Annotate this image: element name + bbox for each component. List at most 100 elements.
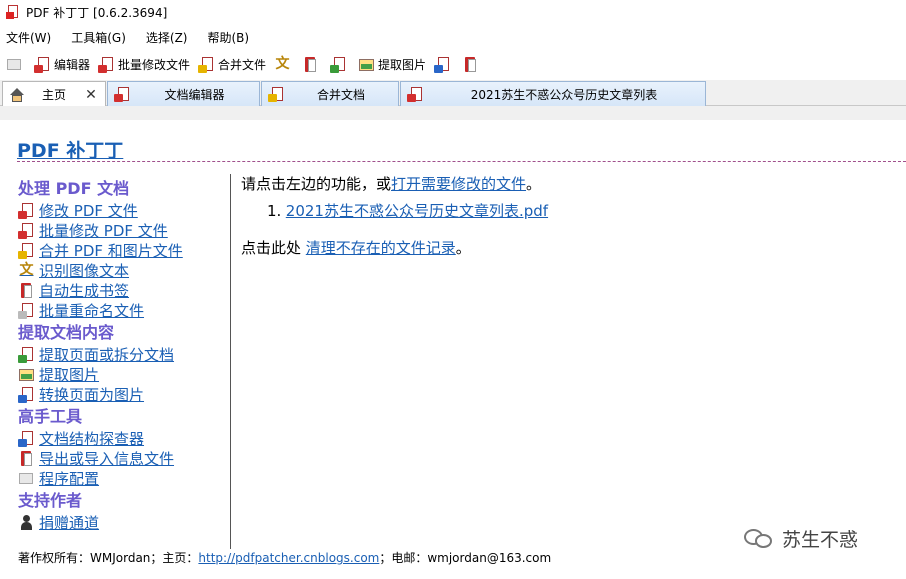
wechat-icon (744, 524, 774, 552)
homepage-link[interactable]: http://pdfpatcher.cnblogs.com (198, 551, 379, 565)
section-heading-extract: 提取文档内容 (18, 323, 115, 342)
menu-bar: 文件(W) 工具箱(G) 选择(Z) 帮助(B) (0, 26, 906, 48)
menu-toolbox[interactable]: 工具箱(G) (71, 29, 126, 46)
cleanup-prompt: 点击此处 清理不存在的文件记录。 (241, 238, 881, 258)
settings-icon (18, 470, 35, 487)
prompt-suffix: 。 (526, 175, 542, 193)
link-extract-pages[interactable]: 提取页面或拆分文档 (18, 344, 230, 364)
pdf-batch-icon (98, 56, 115, 73)
link-settings-label: 程序配置 (39, 469, 100, 488)
person-icon (18, 514, 35, 531)
extract-images-button[interactable]: 提取图片 (358, 53, 426, 75)
tab-document-editor[interactable]: 文档编辑器 (107, 81, 260, 106)
main-panel: 请点击左边的功能，或打开需要修改的文件。 1. 2021苏生不惑公众号历史文章列… (241, 174, 881, 258)
tab-home[interactable]: 主页 ✕ (2, 81, 106, 107)
link-structure-explorer-label: 文档结构探查器 (39, 429, 145, 448)
page-title[interactable]: PDF 补丁丁 (17, 136, 123, 163)
info-file-icon (462, 56, 479, 73)
ocr-button[interactable]: 文 (274, 53, 294, 75)
app-logo-icon (6, 5, 20, 19)
bookmark-icon (18, 282, 35, 299)
link-batch-modify[interactable]: 批量修改 PDF 文件 (18, 220, 230, 240)
home-icon (9, 87, 25, 103)
bookmark-icon (302, 56, 319, 73)
open-file-link[interactable]: 打开需要修改的文件 (391, 175, 526, 193)
ocr-text-icon: 文 (19, 261, 34, 278)
link-page-to-image-label: 转换页面为图片 (39, 385, 145, 404)
cleanup-text: 点击此处 (241, 239, 306, 257)
extract-images-label: 提取图片 (378, 57, 427, 72)
page-to-image-button[interactable] (434, 53, 454, 75)
extract-pages-button[interactable] (330, 53, 350, 75)
section-heading-expert-tools: 高手工具 (18, 407, 83, 426)
merge-icon (198, 56, 215, 73)
close-icon[interactable]: ✕ (83, 87, 99, 103)
menu-select[interactable]: 选择(Z) (146, 29, 188, 46)
pdf-edit-icon (114, 86, 130, 102)
bookmark-button[interactable] (302, 53, 322, 75)
ocr-text-icon: 文 (275, 55, 290, 72)
link-modify-pdf[interactable]: 修改 PDF 文件 (18, 200, 230, 220)
info-file-icon (18, 450, 35, 467)
link-extract-images-label: 提取图片 (39, 365, 100, 384)
function-nav: 处理 PDF 文档 修改 PDF 文件 批量修改 PDF 文件 合并 PDF 和… (18, 176, 230, 532)
list-item-number: 1. (267, 202, 282, 220)
link-extract-pages-label: 提取页面或拆分文档 (39, 345, 175, 364)
tab-merge-documents[interactable]: 合并文档 (261, 81, 399, 106)
tab-merge-documents-label: 合并文档 (316, 87, 365, 102)
pdf-batch-icon (18, 222, 35, 239)
link-structure-explorer[interactable]: 文档结构探查器 (18, 428, 230, 448)
tab-article-list[interactable]: 2021苏生不惑公众号历史文章列表 (400, 81, 706, 106)
menu-file[interactable]: 文件(W) (6, 29, 51, 46)
extract-pages-icon (18, 346, 35, 363)
tab-article-list-label: 2021苏生不惑公众号历史文章列表 (470, 87, 658, 102)
link-auto-bookmark[interactable]: 自动生成书签 (18, 280, 230, 300)
section-heading-process-pdf: 处理 PDF 文档 (18, 179, 130, 198)
watermark: 苏生不惑 (744, 524, 858, 552)
window-title: PDF 补丁丁 [0.6.2.3694] (26, 5, 168, 20)
menu-help[interactable]: 帮助(B) (208, 29, 250, 46)
batch-modify-button[interactable]: 批量修改文件 (98, 53, 190, 75)
link-page-to-image[interactable]: 转换页面为图片 (18, 384, 230, 404)
footer: 著作权所有：WMJordan；主页：http://pdfpatcher.cnbl… (18, 549, 551, 566)
picture-icon (18, 366, 35, 383)
toolbar-disabled-button[interactable] (6, 53, 26, 75)
rename-icon (18, 302, 35, 319)
recent-file-link[interactable]: 2021苏生不惑公众号历史文章列表.pdf (286, 202, 548, 220)
tab-home-label: 主页 (41, 88, 66, 102)
structure-explorer-icon (18, 430, 35, 447)
link-donate-label: 捐赠通道 (39, 513, 100, 532)
link-batch-rename-label: 批量重命名文件 (39, 301, 145, 320)
vertical-divider (230, 174, 231, 549)
pdf-edit-icon (407, 86, 423, 102)
pdf-edit-icon (34, 56, 51, 73)
page-to-image-icon (434, 56, 451, 73)
toolbar: 编辑器 批量修改文件 合并文件 文 提取图片 (0, 52, 906, 76)
picture-icon (358, 56, 375, 73)
page-to-image-icon (18, 386, 35, 403)
prompt-text: 请点击左边的功能，或 (241, 175, 392, 193)
link-info-file-label: 导出或导入信息文件 (39, 449, 175, 468)
merge-button[interactable]: 合并文件 (198, 53, 266, 75)
home-page: PDF 补丁丁 处理 PDF 文档 修改 PDF 文件 批量修改 PDF 文件 … (10, 120, 906, 579)
link-ocr[interactable]: 文 识别图像文本 (18, 260, 230, 280)
cleanup-records-link[interactable]: 清理不存在的文件记录 (306, 239, 456, 257)
link-info-file[interactable]: 导出或导入信息文件 (18, 448, 230, 468)
watermark-text: 苏生不惑 (782, 528, 859, 551)
content-band (0, 106, 906, 120)
title-bar: PDF 补丁丁 [0.6.2.3694] (0, 0, 906, 24)
info-file-button[interactable] (462, 53, 482, 75)
checklist-icon (6, 56, 23, 73)
link-batch-rename[interactable]: 批量重命名文件 (18, 300, 230, 320)
link-settings[interactable]: 程序配置 (18, 468, 230, 488)
open-file-prompt: 请点击左边的功能，或打开需要修改的文件。 (241, 174, 881, 194)
merge-icon (268, 86, 284, 102)
link-donate[interactable]: 捐赠通道 (18, 512, 230, 532)
link-merge-files[interactable]: 合并 PDF 和图片文件 (18, 240, 230, 260)
pdf-edit-icon (18, 202, 35, 219)
link-extract-images[interactable]: 提取图片 (18, 364, 230, 384)
link-modify-pdf-label: 修改 PDF 文件 (39, 201, 138, 220)
editor-button[interactable]: 编辑器 (34, 53, 90, 75)
merge-icon (18, 242, 35, 259)
recent-files-list: 1. 2021苏生不惑公众号历史文章列表.pdf (241, 200, 881, 222)
